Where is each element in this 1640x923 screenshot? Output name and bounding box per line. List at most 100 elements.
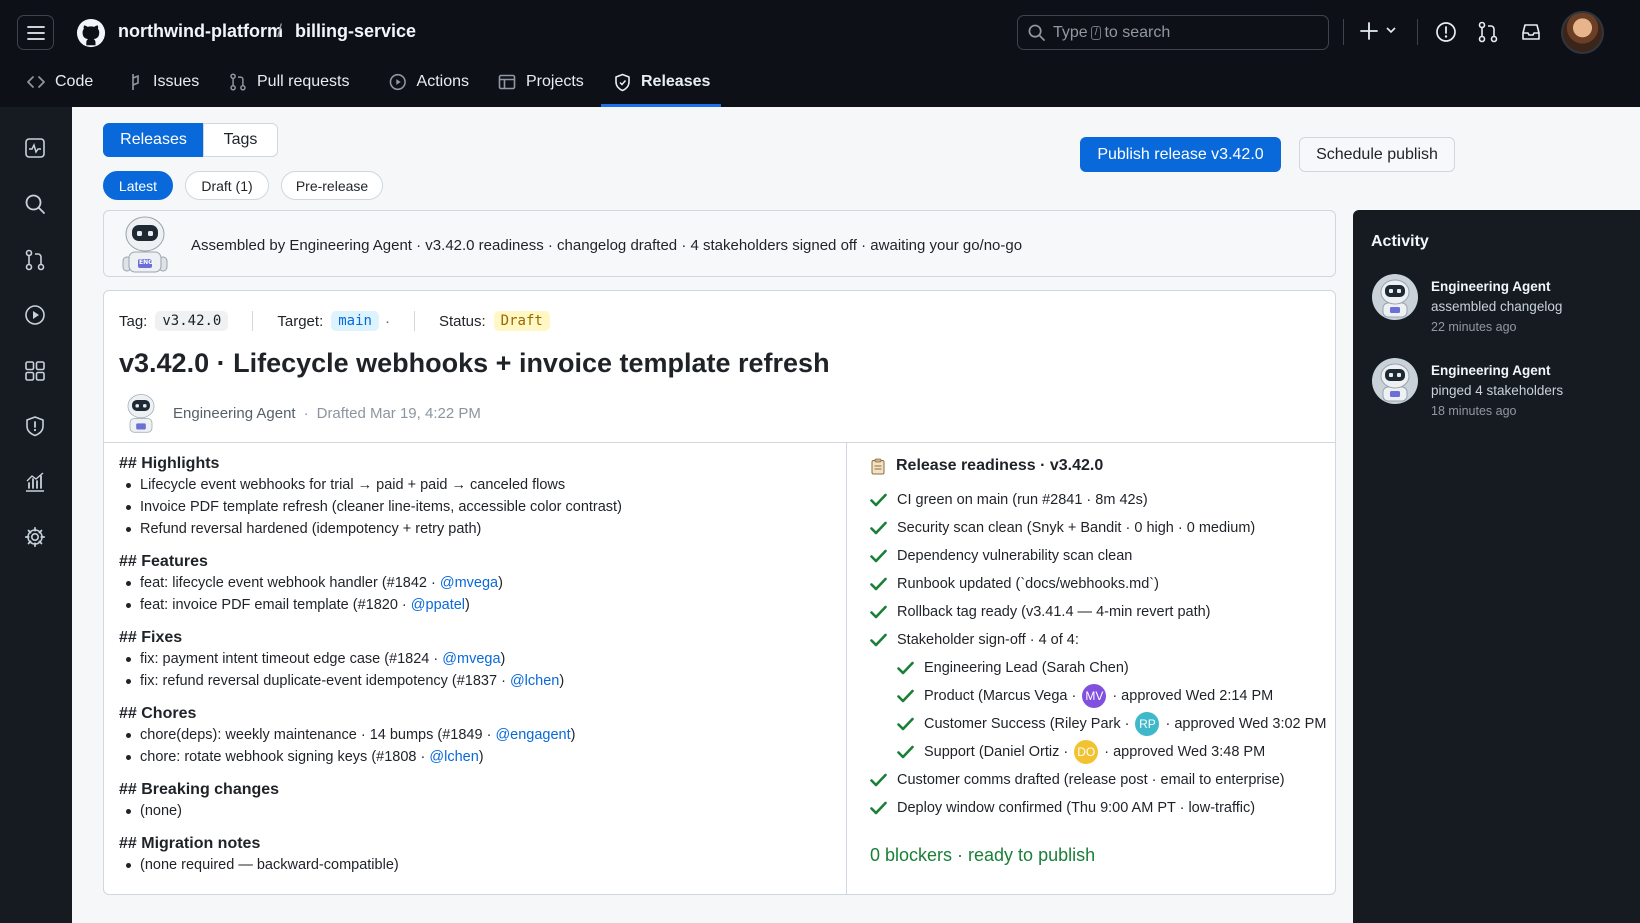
user-mention[interactable]: @ppatel — [411, 597, 465, 613]
release-author-row: Engineering Agent · Drafted Mar 19, 4:22… — [119, 391, 481, 435]
inbox-button[interactable] — [1520, 21, 1542, 43]
filter-draft[interactable]: Draft (1) — [185, 171, 269, 200]
banner-text: Assembled by Engineering Agent · v3.42.0… — [191, 237, 1023, 254]
schedule-publish-button[interactable]: Schedule publish — [1299, 137, 1455, 172]
pull-requests-shortcut-button[interactable] — [1477, 21, 1499, 43]
tab-actions-label: Actions — [416, 73, 469, 90]
filter-latest[interactable]: Latest — [103, 171, 173, 200]
check-icon — [870, 605, 887, 619]
list-item: Refund reversal hardened (idempotency + … — [119, 518, 834, 540]
user-mention[interactable]: @lchen — [510, 673, 559, 689]
tab-pull-requests-label: Pull requests — [257, 73, 350, 90]
activity-action: assembled changelog — [1431, 299, 1563, 314]
top-header: northwind-platform / billing-service Typ… — [0, 0, 1640, 107]
segment-tags[interactable]: Tags — [203, 123, 278, 157]
list-item: Lifecycle event webhooks for trial → pai… — [119, 474, 834, 496]
tab-pull-requests[interactable]: Pull requests — [229, 67, 354, 107]
git-pull-request-icon — [1478, 21, 1498, 43]
activity-item[interactable]: Engineering Agent assembled changelog 22… — [1371, 271, 1631, 341]
target-trailing-dot: · — [384, 312, 390, 330]
sidebar-item-apps[interactable] — [24, 360, 46, 382]
sidebar-item-security[interactable] — [24, 415, 46, 437]
breadcrumb-repo[interactable]: billing-service — [295, 21, 416, 42]
user-mention[interactable]: @mvega — [442, 651, 500, 667]
release-meta: Tag: v3.42.0 Target: main · Status: Draf… — [119, 311, 550, 331]
user-mention[interactable]: @mvega — [440, 575, 498, 591]
release-title: v3.42.0 · Lifecycle webhooks + invoice t… — [119, 348, 830, 378]
tab-actions[interactable]: Actions — [389, 67, 469, 107]
user-mention[interactable]: @lchen — [429, 749, 478, 765]
hamburger-icon — [26, 25, 45, 40]
user-avatar[interactable] — [1561, 11, 1604, 54]
card-divider — [104, 442, 1335, 443]
checklist-item: Customer comms drafted (release post · e… — [870, 766, 1330, 794]
inbox-icon — [1522, 24, 1540, 40]
header-divider — [1343, 19, 1344, 45]
check-icon — [870, 521, 887, 535]
avatar[interactable]: DO — [1074, 740, 1099, 764]
engineering-agent-avatar — [127, 394, 155, 433]
list-item: fix: payment intent timeout edge case (#… — [119, 648, 834, 670]
menu-button[interactable] — [17, 15, 54, 50]
sidebar-item-actions[interactable] — [24, 304, 46, 326]
sidebar-item-pull-requests[interactable] — [24, 249, 46, 271]
issues-shortcut-button[interactable] — [1435, 21, 1457, 43]
tag-chip[interactable]: v3.42.0 — [155, 311, 229, 331]
notes-heading: ## Features — [119, 553, 208, 570]
tab-code[interactable]: Code — [27, 67, 97, 107]
readiness-header: Release readiness · v3.42.0 — [870, 455, 1330, 477]
author-name[interactable]: Engineering Agent — [173, 405, 296, 422]
filter-pre-release[interactable]: Pre-release — [281, 171, 383, 200]
activity-time: 18 minutes ago — [1431, 404, 1517, 418]
signoff-item: Engineering Lead (Sarah Chen) — [870, 654, 1330, 682]
breadcrumb-owner[interactable]: northwind-platform — [118, 21, 283, 42]
git-pull-request-icon — [230, 73, 246, 91]
search-input[interactable]: Type / to search — [1017, 15, 1329, 50]
publish-release-button[interactable]: Publish release v3.42.0 — [1080, 137, 1281, 172]
issues-icon — [132, 74, 139, 90]
sidebar-item-overview[interactable] — [24, 137, 46, 159]
list-item: (none) — [119, 800, 834, 822]
grid-icon — [25, 361, 45, 381]
activity-item[interactable]: Engineering Agent pinged 4 stakeholders … — [1371, 355, 1631, 425]
checklist-item: Security scan clean (Snyk + Bandit · 0 h… — [870, 514, 1330, 542]
search-icon — [1028, 24, 1045, 41]
sidebar-item-search[interactable] — [24, 193, 46, 215]
gear-icon — [24, 526, 46, 548]
sidebar-item-insights[interactable] — [24, 471, 46, 493]
checklist-item: Runbook updated (`docs/webhooks.md`) — [870, 570, 1330, 598]
header-divider — [1417, 19, 1418, 45]
notes-heading: ## Highlights — [119, 455, 220, 472]
tab-projects[interactable]: Projects — [498, 67, 584, 107]
avatar[interactable]: RP — [1135, 712, 1160, 736]
shield-icon — [26, 416, 44, 437]
sidebar-item-settings[interactable] — [24, 526, 46, 548]
create-new-button[interactable] — [1360, 20, 1400, 42]
check-icon — [897, 661, 914, 675]
segment-releases[interactable]: Releases — [103, 123, 204, 157]
tab-projects-label: Projects — [526, 73, 584, 90]
activity-actor: Engineering Agent — [1431, 279, 1551, 294]
code-icon — [27, 76, 45, 88]
engineering-agent-avatar — [122, 216, 168, 273]
agent-summary-banner: ENG Assembled by Engineering Agent · v3.… — [103, 210, 1336, 277]
tab-releases-label: Releases — [641, 73, 711, 90]
release-readiness-checklist: Release readiness · v3.42.0 CI green on … — [870, 455, 1330, 822]
git-pull-request-icon — [25, 249, 45, 271]
tab-releases[interactable]: Releases — [601, 67, 721, 107]
avatar[interactable]: MV — [1082, 684, 1107, 708]
pulse-icon — [25, 138, 45, 158]
engineering-agent-avatar — [1372, 358, 1418, 404]
user-mention[interactable]: @engagent — [495, 727, 570, 743]
list-item: chore(deps): weekly maintenance · 14 bum… — [119, 724, 834, 746]
github-logo-icon[interactable] — [76, 18, 106, 48]
activity-title: Activity — [1371, 233, 1429, 250]
tab-issues[interactable]: Issues — [127, 67, 202, 107]
list-item: feat: lifecycle event webhook handler (#… — [119, 572, 834, 594]
clipboard-icon — [871, 458, 885, 474]
left-sidebar — [0, 107, 72, 923]
target-branch-chip[interactable]: main — [331, 311, 379, 331]
play-icon — [25, 305, 45, 325]
activity-panel: Activity Engineering Agent assembled cha… — [1353, 210, 1640, 923]
release-notes: ## Highlights Lifecycle event webhooks f… — [119, 454, 834, 888]
